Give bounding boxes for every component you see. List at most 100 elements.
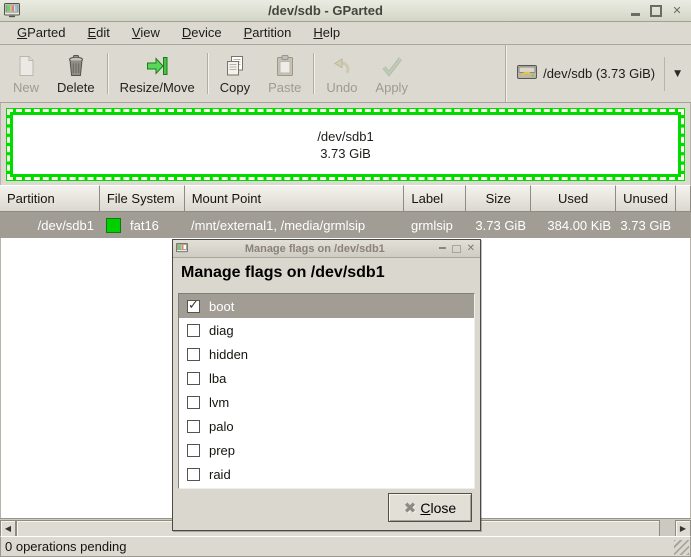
partition-visual-name: /dev/sdb1 bbox=[317, 128, 374, 144]
menu-item-device[interactable]: Device bbox=[171, 23, 233, 43]
checkbox-lba[interactable] bbox=[187, 371, 200, 385]
resize-move-button[interactable]: Resize/Move bbox=[111, 45, 204, 102]
column-header-label[interactable]: Label bbox=[404, 185, 467, 212]
dialog-minimize-icon[interactable] bbox=[439, 247, 446, 251]
chevron-down-icon[interactable]: ▼ bbox=[670, 69, 685, 79]
cell-mount-point: /mnt/external1, /media/grmlsip bbox=[191, 217, 366, 233]
gparted-app-icon bbox=[4, 3, 22, 19]
menu-item-gparted[interactable]: GParted bbox=[6, 23, 76, 43]
toolbar-separator bbox=[313, 53, 315, 94]
checkbox-diag[interactable] bbox=[187, 323, 200, 337]
menu-item-edit[interactable]: Edit bbox=[76, 23, 120, 43]
flag-label: boot bbox=[209, 298, 235, 314]
combo-divider bbox=[664, 56, 666, 91]
window-titlebar[interactable]: /dev/sdb - GParted ✕ bbox=[0, 0, 691, 22]
menu-item-help[interactable]: Help bbox=[302, 23, 351, 43]
drive-icon bbox=[516, 61, 538, 86]
flag-row-prep[interactable]: prep bbox=[179, 438, 474, 462]
checkmark-icon: ✓ bbox=[188, 297, 199, 313]
copy-icon bbox=[223, 53, 247, 79]
cell-size: 3.73 GiB bbox=[475, 217, 526, 233]
toolbar-separator bbox=[206, 53, 208, 94]
dialog-maximize-icon[interactable] bbox=[452, 245, 461, 253]
column-header-size[interactable]: Size bbox=[466, 185, 532, 212]
scroll-right-icon[interactable]: ▶ bbox=[675, 520, 691, 537]
close-button[interactable]: ✖ Close bbox=[388, 493, 472, 522]
dialog-titlebar[interactable]: Manage flags on /dev/sdb1 ✕ bbox=[173, 240, 480, 258]
new-button[interactable]: New bbox=[4, 45, 48, 102]
flag-label: lvm bbox=[209, 394, 230, 410]
statusbar: 0 operations pending bbox=[0, 536, 691, 557]
cell-filesystem: fat16 bbox=[100, 212, 185, 238]
checkbox-palo[interactable] bbox=[187, 419, 200, 433]
checkbox-raid[interactable] bbox=[187, 467, 200, 481]
checkbox-hidden[interactable] bbox=[187, 347, 200, 361]
delete-button[interactable]: Delete bbox=[48, 45, 104, 102]
column-header-unused[interactable]: Unused bbox=[616, 185, 676, 212]
flag-label: diag bbox=[209, 322, 234, 338]
menubar: GParted Edit View Device Partition Help bbox=[0, 22, 691, 45]
cell-label: grmlsip bbox=[411, 217, 453, 233]
flag-row-lvm[interactable]: lvm bbox=[179, 390, 474, 414]
minimize-icon[interactable] bbox=[629, 5, 641, 17]
paste-button[interactable]: Paste bbox=[259, 45, 310, 102]
partition-visual-size: 3.73 GiB bbox=[320, 145, 371, 161]
partition-visual-selected[interactable]: /dev/sdb1 3.73 GiB bbox=[6, 108, 685, 181]
dialog-app-icon bbox=[176, 241, 191, 257]
partition-table-header: Partition File System Mount Point Label Size… bbox=[0, 185, 691, 212]
paste-button-label: Paste bbox=[268, 80, 302, 95]
table-row[interactable]: /dev/sdb1 fat16/mnt/external1, /media/grm… bbox=[0, 212, 691, 238]
column-header-mount-point[interactable]: Mount Point bbox=[184, 185, 405, 212]
dialog-close-icon[interactable]: ✕ bbox=[467, 243, 475, 254]
copy-button-label: Copy bbox=[219, 80, 251, 95]
flag-label: lba bbox=[209, 370, 227, 386]
toolbar: New Delete Resize/Move Copy Paste Undo Apply /… bbox=[0, 45, 691, 103]
column-header-partition[interactable]: Partition bbox=[0, 185, 100, 212]
scroll-left-icon[interactable]: ◀ bbox=[0, 520, 16, 537]
flag-row-lba[interactable]: lba bbox=[179, 366, 474, 390]
column-header-filler bbox=[675, 185, 691, 212]
dialog-title: Manage flags on /dev/sdb1 bbox=[244, 242, 385, 255]
flag-label: raid bbox=[209, 466, 231, 482]
new-partition-icon bbox=[14, 53, 38, 79]
statusbar-text: 0 operations pending bbox=[5, 539, 127, 554]
device-selector[interactable]: /dev/sdb (3.73 GiB) ▼ bbox=[505, 45, 691, 102]
menu-item-partition[interactable]: Partition bbox=[233, 23, 303, 43]
resize-grip[interactable] bbox=[674, 540, 689, 555]
resize-move-button-label: Resize/Move bbox=[119, 80, 195, 95]
flag-label: prep bbox=[209, 442, 236, 458]
partition-visual-panel: /dev/sdb1 3.73 GiB bbox=[0, 103, 691, 185]
menu-item-view[interactable]: View bbox=[121, 23, 171, 43]
resize-move-icon bbox=[145, 53, 169, 79]
column-header-file-system[interactable]: File System bbox=[99, 185, 185, 212]
undo-button[interactable]: Undo bbox=[317, 45, 366, 102]
close-icon[interactable]: ✕ bbox=[671, 4, 683, 17]
new-button-label: New bbox=[13, 80, 40, 95]
flag-row-hidden[interactable]: hidden bbox=[179, 342, 474, 366]
flag-label: palo bbox=[209, 418, 234, 434]
delete-partition-icon bbox=[64, 53, 88, 79]
copy-button[interactable]: Copy bbox=[211, 45, 259, 102]
column-header-used[interactable]: Used bbox=[531, 185, 617, 212]
checkbox-checked-boot[interactable]: ✓ bbox=[187, 297, 200, 313]
toolbar-separator bbox=[106, 53, 108, 94]
close-x-icon: ✖ bbox=[403, 498, 417, 517]
flag-row-diag[interactable]: diag bbox=[179, 318, 474, 342]
checkbox-lvm[interactable] bbox=[187, 395, 200, 409]
checkbox-prep[interactable] bbox=[187, 443, 200, 457]
flag-row-palo[interactable]: palo bbox=[179, 414, 474, 438]
filesystem-color-swatch bbox=[106, 217, 121, 233]
flag-label: hidden bbox=[209, 346, 249, 362]
flag-row-raid[interactable]: raid bbox=[179, 462, 474, 486]
undo-button-label: Undo bbox=[326, 80, 358, 95]
apply-button[interactable]: Apply bbox=[366, 45, 417, 102]
flag-row-boot[interactable]: ✓ boot bbox=[179, 294, 474, 318]
apply-icon bbox=[380, 53, 404, 79]
cell-unused: 3.73 GiB bbox=[620, 217, 671, 233]
undo-icon bbox=[330, 53, 354, 79]
delete-button-label: Delete bbox=[57, 80, 95, 95]
close-button-label: Close bbox=[420, 499, 457, 516]
maximize-icon[interactable] bbox=[650, 5, 662, 17]
flags-list: ✓ boot diag hidden lba lvm palo prep raid bbox=[178, 293, 475, 489]
device-selector-label: /dev/sdb (3.73 GiB) bbox=[543, 66, 656, 81]
